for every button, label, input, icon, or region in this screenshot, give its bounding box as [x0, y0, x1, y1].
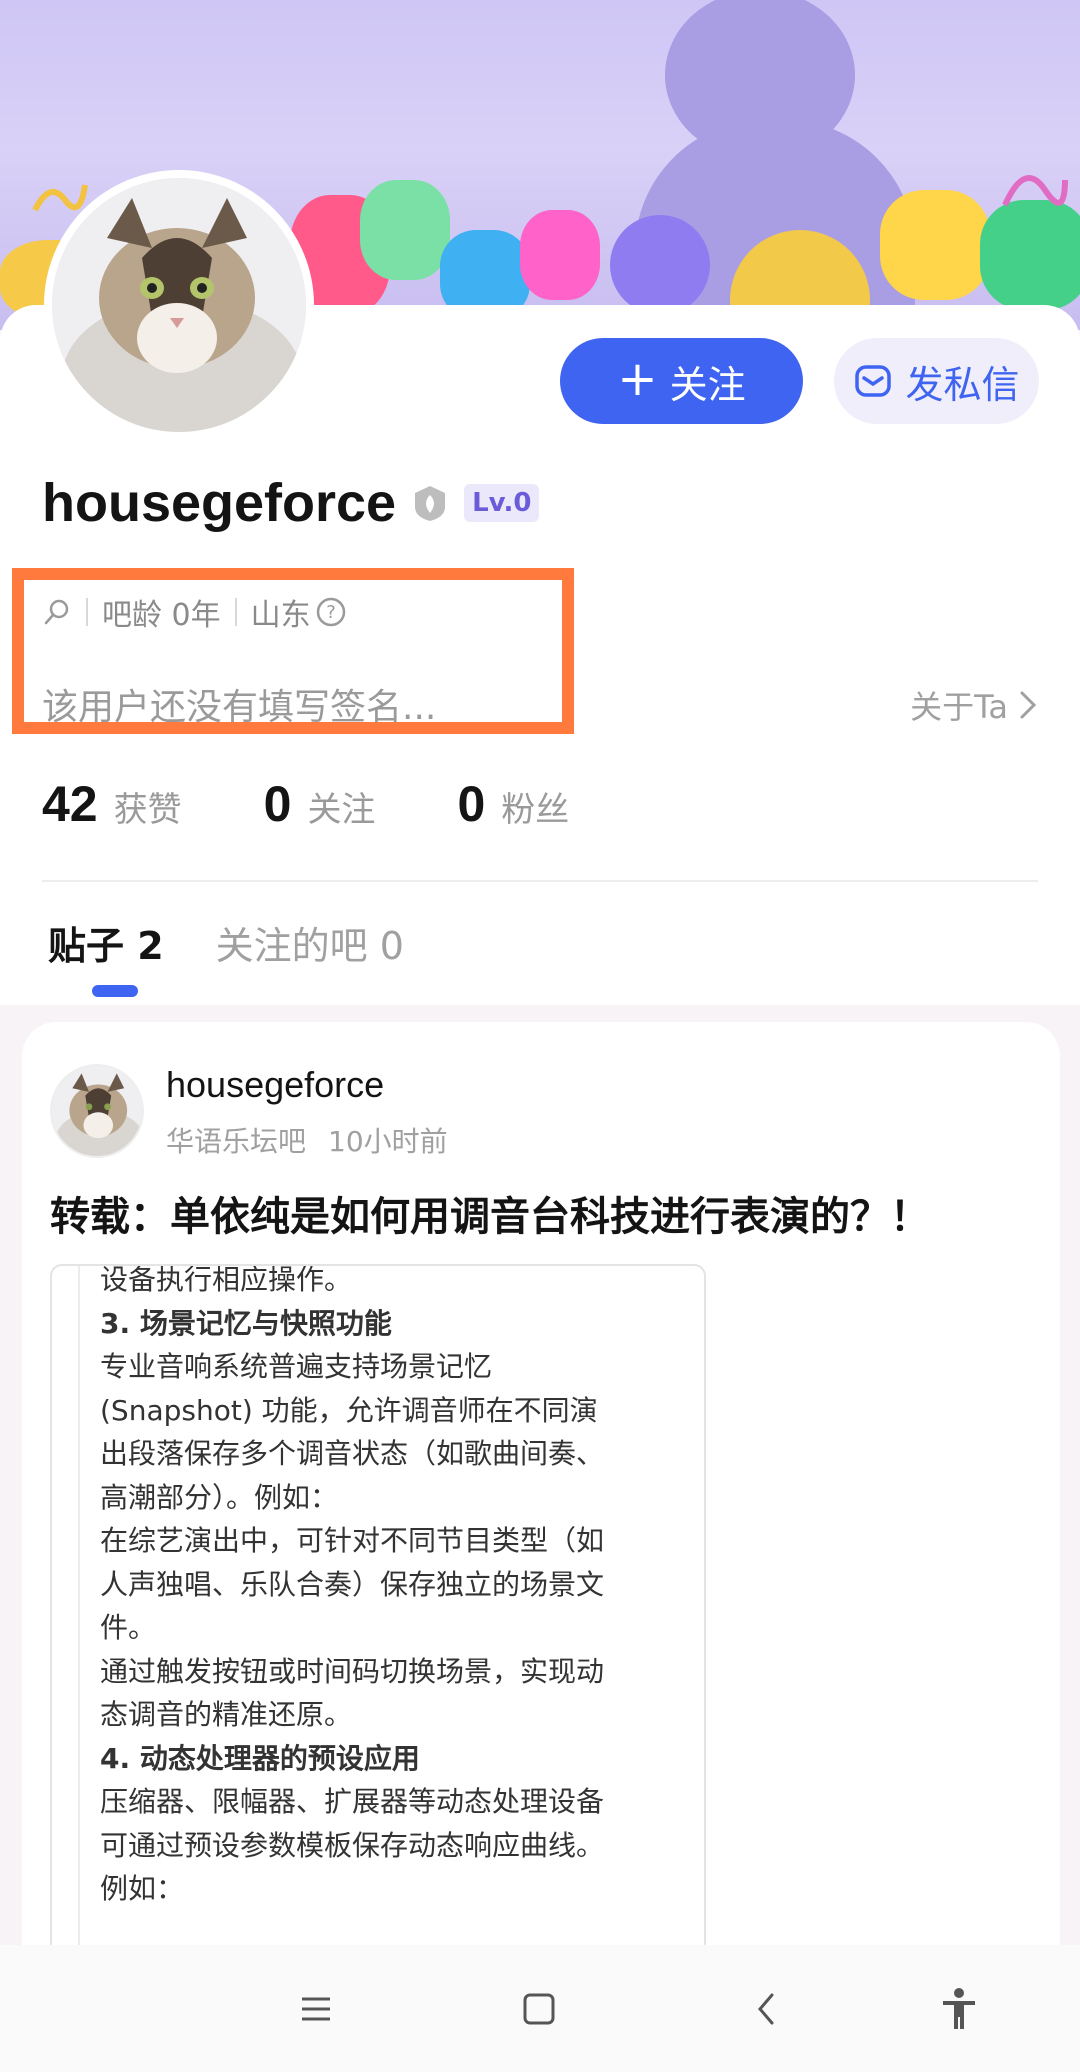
content-line: 例如：	[100, 1872, 185, 1905]
post-meta: 华语乐坛吧 10小时前	[166, 1120, 448, 1160]
profile-meta: 吧龄 0年 山东 ?	[42, 590, 347, 634]
system-nav-bar	[0, 1945, 1080, 2072]
content-line: 4. 动态处理器的预设应用	[100, 1741, 420, 1775]
help-icon[interactable]: ?	[315, 596, 347, 628]
about-label: 关于Ta	[910, 688, 1008, 726]
content-line: 专业音响系统普遍支持场景记忆	[100, 1350, 493, 1383]
content-line: 高潮部分）。例如：	[100, 1480, 339, 1514]
content-line: 设备执行相应操作。	[100, 1264, 353, 1296]
cat-avatar-image	[52, 178, 306, 432]
post-forum[interactable]: 华语乐坛吧	[166, 1120, 306, 1160]
content-line: 人声独唱、乐队合奏）保存独立的场景文	[100, 1567, 605, 1601]
username: housegeforce	[42, 473, 397, 533]
content-line: (Snapshot) 功能，允许调音师在不同演	[100, 1393, 598, 1427]
home-square-icon[interactable]	[515, 1985, 563, 2033]
about-link[interactable]: 关于Ta	[910, 682, 1038, 728]
plus-icon: +	[617, 351, 658, 407]
profile-tabs: 贴子 2 关注的吧 0	[48, 915, 404, 970]
stat-likes[interactable]: 42 获赞	[42, 775, 182, 833]
avatar[interactable]	[44, 170, 314, 440]
post-time: 10小时前	[328, 1125, 448, 1158]
back-icon[interactable]	[742, 1985, 790, 2033]
content-line: 可通过预设参数模板保存动态响应曲线。	[100, 1828, 605, 1862]
profile-page: + 关注 发私信 housegeforce Lv.0 吧龄 0年 山东 ? 该用	[0, 0, 1080, 2072]
follow-label: 关注	[669, 362, 746, 407]
content-line: 件。	[100, 1611, 157, 1644]
post-content-image[interactable]: 设备执行相应操作。 3. 场景记忆与快照功能专业音响系统普遍支持场景记忆 (Snap…	[50, 1264, 706, 2044]
post-card[interactable]: housegeforce 华语乐坛吧 10小时前 转载：单依纯是如何用调音台科技…	[22, 1022, 1060, 2072]
chevron-right-icon	[1020, 691, 1037, 719]
follow-button[interactable]: + 关注	[560, 338, 803, 424]
location: 山东	[250, 598, 311, 633]
active-tab-indicator	[92, 985, 138, 997]
envelope-icon	[855, 365, 892, 397]
content-line: 压缩器、限幅器、扩展器等动态处理设备	[100, 1785, 605, 1818]
forum-age: 吧龄 0年	[102, 598, 221, 633]
signature: 该用户还没有填写签名...	[42, 687, 437, 728]
post-content-text: 设备执行相应操作。 3. 场景记忆与快照功能专业音响系统普遍支持场景记忆 (Snap…	[100, 1264, 680, 1911]
message-button[interactable]: 发私信	[834, 338, 1039, 424]
search-icon	[44, 599, 69, 625]
svg-text:?: ?	[326, 602, 336, 623]
profile-stats: 42 获赞 0 关注 0 粉丝	[42, 775, 651, 833]
menu-icon[interactable]	[292, 1985, 340, 2033]
post-author-avatar[interactable]	[50, 1064, 144, 1158]
divider	[42, 880, 1038, 882]
accessibility-icon[interactable]	[935, 1985, 983, 2033]
username-row: housegeforce Lv.0	[42, 472, 540, 534]
stat-following[interactable]: 0 关注	[264, 775, 376, 833]
content-line: 3. 场景记忆与快照功能	[100, 1306, 392, 1340]
tab-posts[interactable]: 贴子 2	[48, 915, 164, 970]
tab-followed-forums[interactable]: 关注的吧 0	[216, 915, 404, 970]
content-line: 通过触发按钮或时间码切换场景，实现动	[100, 1654, 605, 1688]
content-line: 在综艺演出中，可针对不同节目类型（如	[100, 1524, 605, 1557]
post-title[interactable]: 转载：单依纯是如何用调音台科技进行表演的？！	[50, 1184, 930, 1242]
message-label: 发私信	[905, 362, 1020, 407]
post-author[interactable]: housegeforce	[166, 1064, 384, 1106]
content-line: 态调音的精准还原。	[100, 1698, 353, 1731]
content-line: 出段落保存多个调音状态（如歌曲间奏、	[100, 1437, 605, 1470]
stat-followers[interactable]: 0 粉丝	[457, 775, 569, 833]
rank-shield-icon	[415, 486, 446, 521]
level-badge: Lv.0	[464, 484, 540, 522]
